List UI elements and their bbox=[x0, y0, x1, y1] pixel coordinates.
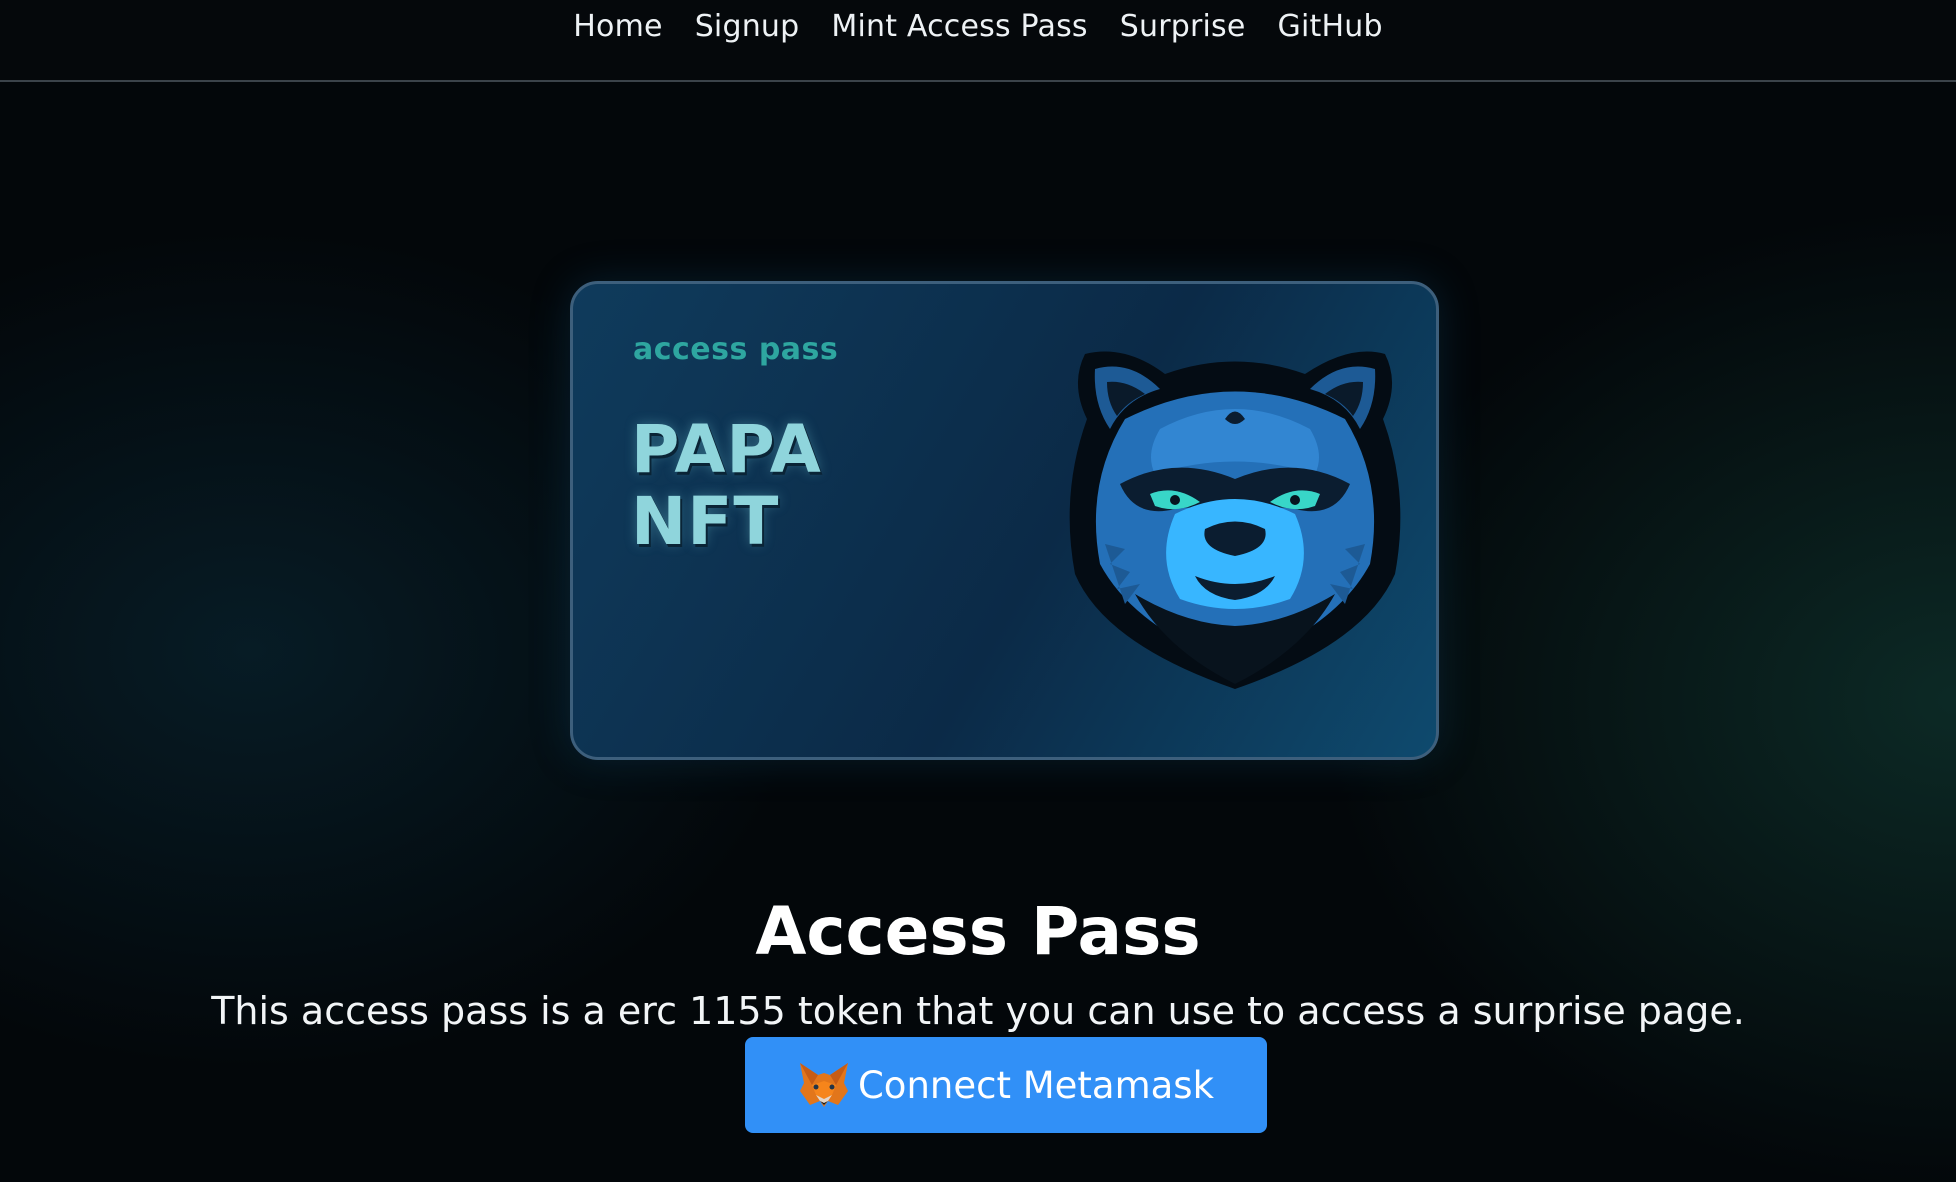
bear-head-icon bbox=[1069, 351, 1401, 689]
nav-surprise-link[interactable]: Surprise bbox=[1120, 9, 1246, 44]
nav-mint-access-pass-link[interactable]: Mint Access Pass bbox=[831, 9, 1087, 44]
access-pass-card: access pass PAPA NFT bbox=[570, 281, 1439, 760]
connect-metamask-button[interactable]: Connect Metamask bbox=[745, 1037, 1267, 1133]
connect-metamask-label: Connect Metamask bbox=[857, 1063, 1215, 1107]
page-description: This access pass is a erc 1155 token tha… bbox=[211, 989, 1745, 1033]
nav-github-link[interactable]: GitHub bbox=[1278, 9, 1383, 44]
metamask-fox-icon bbox=[799, 1063, 848, 1107]
nav-home-link[interactable]: Home bbox=[573, 9, 662, 44]
card-title: PAPA NFT bbox=[631, 414, 931, 558]
top-navigation: Home Signup Mint Access Pass Surprise Gi… bbox=[0, 0, 1956, 82]
card-title-line-2: NFT bbox=[631, 483, 780, 560]
nav-signup-link[interactable]: Signup bbox=[695, 9, 800, 44]
card-title-line-1: PAPA bbox=[631, 411, 822, 488]
page-heading: Access Pass bbox=[755, 893, 1201, 971]
nav-links: Home Signup Mint Access Pass Surprise Gi… bbox=[0, 2, 1956, 50]
card-subtitle: access pass bbox=[633, 332, 839, 367]
